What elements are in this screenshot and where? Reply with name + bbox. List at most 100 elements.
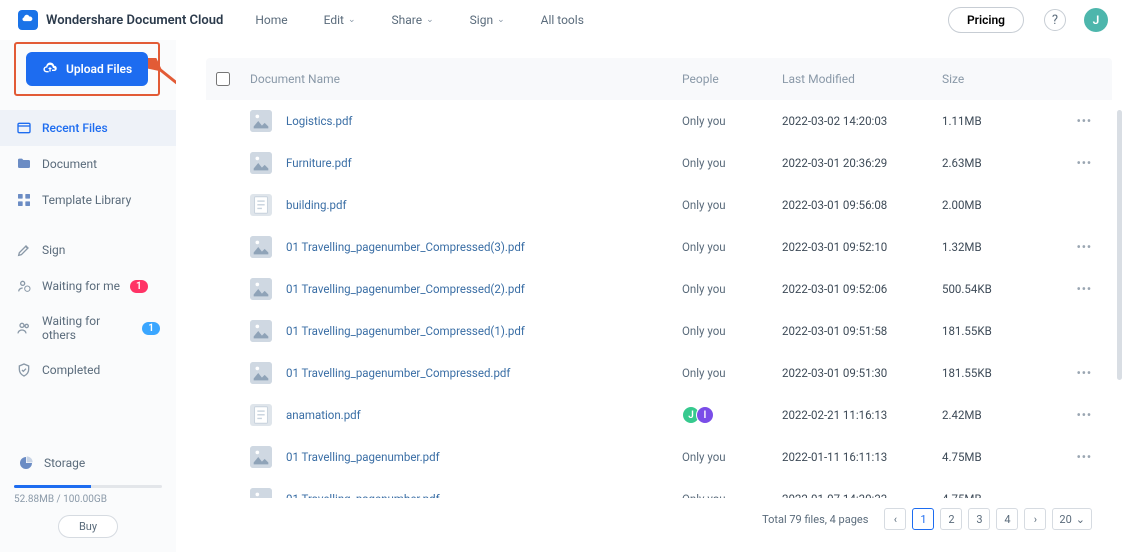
file-thumb [250,194,272,216]
modified-text: 2022-03-02 14:20:03 [782,114,942,128]
table-row[interactable]: Logistics.pdf Only you 2022-03-02 14:20:03… [206,100,1112,142]
sidebar-item-completed[interactable]: Completed [0,352,176,388]
nav-alltools[interactable]: All tools [541,13,584,27]
sidebar-item-recent[interactable]: Recent Files [0,110,176,146]
sidebar-item-label: Template Library [42,193,131,207]
table-row[interactable]: 01 Travelling_pagenumber.pdfOnly you2022… [206,436,1112,478]
table-body: Logistics.pdf Only you 2022-03-02 14:20:03… [206,100,1112,498]
size-text: 181.55KB [942,366,1052,380]
sidebar-item-label: Sign [42,243,65,257]
sidebar-item-label: Recent Files [42,121,108,135]
nav-share[interactable]: Share⌄ [392,13,434,27]
more-menu-icon[interactable]: ••• [1077,156,1092,170]
nav-sign[interactable]: Sign⌄ [470,13,505,27]
modified-text: 2022-03-01 09:51:58 [782,324,942,338]
storage-section[interactable]: Storage [14,445,162,481]
pagination-perpage[interactable]: 20 ⌄ [1052,508,1092,530]
size-text: 4.75MB [942,492,1052,498]
user-avatar[interactable]: J [1084,8,1108,32]
badge-count: 1 [130,280,148,293]
more-menu-icon[interactable]: ••• [1077,240,1092,254]
help-icon[interactable]: ? [1044,9,1066,31]
brand-title: Wondershare Document Cloud [46,13,223,28]
pagination-next[interactable]: › [1024,508,1046,530]
file-thumb [250,110,272,132]
file-thumb [250,446,272,468]
pricing-button[interactable]: Pricing [948,7,1024,33]
topnav: Home Edit⌄ Share⌄ Sign⌄ All tools [255,13,940,27]
users-icon [16,320,32,336]
people-text: Only you [682,156,726,170]
upload-files-button[interactable]: Upload Files [26,52,148,86]
more-menu-icon[interactable]: ••• [1077,408,1092,422]
table-row[interactable]: 01 Travelling_pagenumber_Compressed(1).p… [206,310,1112,352]
pagination-page-1[interactable]: 1 [912,508,934,530]
file-name[interactable]: 01 Travelling_pagenumber_Compressed(2).p… [286,282,525,296]
file-name[interactable]: building.pdf [286,198,346,212]
pagination-page-4[interactable]: 4 [996,508,1018,530]
pagination-prev[interactable]: ‹ [884,508,906,530]
size-text: 500.54KB [942,282,1052,296]
pagination-page-2[interactable]: 2 [940,508,962,530]
modified-text: 2022-01-11 16:11:13 [782,450,942,464]
col-header-name[interactable]: Document Name [250,72,682,86]
people-text: Only you [682,198,726,212]
file-name[interactable]: 01 Travelling_pagenumber_Compressed(1).p… [286,324,525,338]
file-name[interactable]: Furniture.pdf [286,156,352,170]
more-menu-icon[interactable]: ••• [1077,450,1092,464]
nav-edit[interactable]: Edit⌄ [324,13,356,27]
chevron-down-icon: ⌄ [1076,513,1085,526]
sidebar-item-template[interactable]: Template Library [0,182,176,218]
people-text: Only you [682,114,726,128]
file-name[interactable]: 01 Travelling_pagenumber.pdf [286,450,440,464]
file-thumb [250,278,272,300]
col-header-modified[interactable]: Last Modified [782,72,942,86]
file-name[interactable]: 01 Travelling_pagenumber.pdf [286,492,440,498]
file-name[interactable]: 01 Travelling_pagenumber_Compressed.pdf [286,366,510,380]
folder-icon [16,156,32,172]
file-thumb [250,404,272,426]
buy-button[interactable]: Buy [58,515,118,538]
pagination-page-3[interactable]: 3 [968,508,990,530]
size-text: 1.32MB [942,240,1052,254]
modified-text: 2022-03-01 09:52:10 [782,240,942,254]
modified-text: 2022-03-01 20:36:29 [782,156,942,170]
size-text: 181.55KB [942,324,1052,338]
pie-icon [18,455,34,471]
table-row[interactable]: 01 Travelling_pagenumber_Compressed(3).p… [206,226,1112,268]
col-header-people[interactable]: People [682,72,782,86]
sidebar-item-waiting-others[interactable]: Waiting for others 1 [0,304,176,352]
sidebar-item-label: Waiting for me [42,279,120,293]
scrollbar[interactable] [1117,110,1122,380]
sidebar-item-label: Waiting for others [42,314,132,342]
col-header-size[interactable]: Size [942,72,1052,86]
people-text: Only you [682,366,726,380]
more-menu-icon[interactable]: ••• [1077,114,1092,128]
file-thumb [250,152,272,174]
table-row[interactable]: 01 Travelling_pagenumber_Compressed.pdf O… [206,352,1112,394]
select-all-checkbox[interactable] [216,72,230,86]
recent-icon [16,120,32,136]
table-row[interactable]: 01 Travelling_pagenumber.pdfOnly you2022… [206,478,1112,498]
table-row[interactable]: Furniture.pdf Only you 2022-03-01 20:36:29… [206,142,1112,184]
sidebar-item-sign[interactable]: Sign [0,232,176,268]
people-text: Only you [682,240,726,254]
file-name[interactable]: 01 Travelling_pagenumber_Compressed(3).p… [286,240,525,254]
pen-icon [16,242,32,258]
sidebar-item-label: Completed [42,363,100,377]
file-name[interactable]: Logistics.pdf [286,114,352,128]
file-thumb [250,236,272,258]
more-menu-icon[interactable]: ••• [1077,282,1092,296]
user-clock-icon [16,278,32,294]
nav-home[interactable]: Home [255,13,287,27]
table-row[interactable]: anamation.pdfJI2022-02-21 11:16:132.42MB… [206,394,1112,436]
chevron-down-icon: ⌄ [497,15,505,25]
cloud-upload-icon [42,61,58,77]
table-row[interactable]: building.pdfOnly you2022-03-01 09:56:082… [206,184,1112,226]
sidebar-item-waiting-me[interactable]: Waiting for me 1 [0,268,176,304]
file-name[interactable]: anamation.pdf [286,408,361,422]
sidebar-item-document[interactable]: Document [0,146,176,182]
more-menu-icon[interactable]: ••• [1077,366,1092,380]
table-row[interactable]: 01 Travelling_pagenumber_Compressed(2).p… [206,268,1112,310]
people-text: Only you [682,492,726,498]
